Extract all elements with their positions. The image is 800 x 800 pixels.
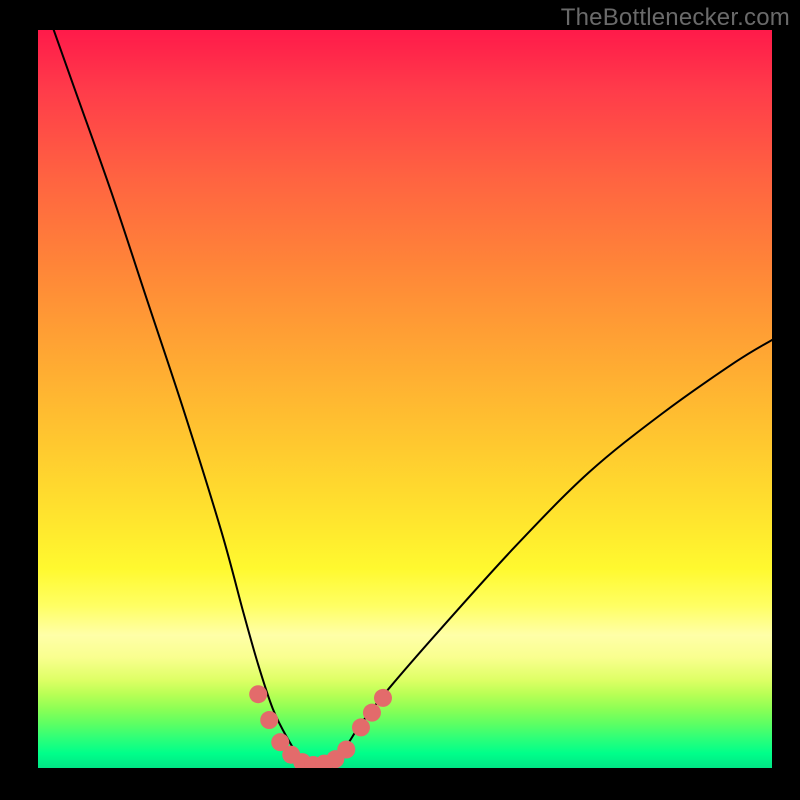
marker-group — [249, 685, 392, 768]
curve-layer — [38, 30, 772, 768]
watermark-text: TheBottlenecker.com — [561, 4, 790, 32]
marker-dot — [260, 711, 278, 729]
marker-dot — [363, 704, 381, 722]
marker-dot — [352, 718, 370, 736]
marker-dot — [374, 689, 392, 707]
marker-dot — [337, 741, 355, 759]
chart-frame: TheBottlenecker.com — [0, 0, 800, 800]
plot-area — [38, 30, 772, 768]
marker-dot — [249, 685, 267, 703]
bottleneck-curve — [38, 30, 772, 768]
